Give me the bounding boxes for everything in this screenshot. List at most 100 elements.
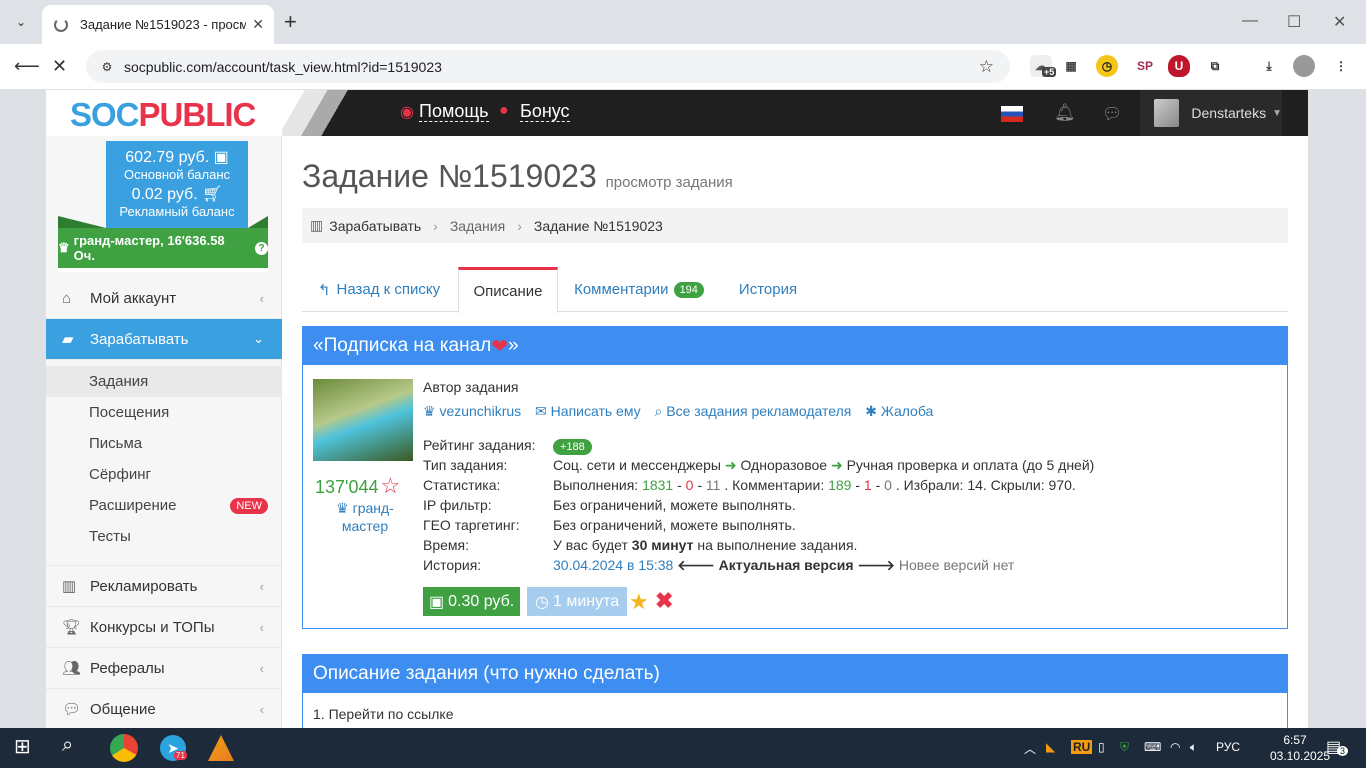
help-icon[interactable]: ? xyxy=(255,241,268,255)
crumb-tasks[interactable]: Задания xyxy=(450,218,505,234)
tab-comments[interactable]: Комментарии 194 xyxy=(564,267,714,312)
extension-cloud-icon[interactable]: ☁ +5 xyxy=(1030,55,1057,77)
geo-label: ГЕО таргетинг: xyxy=(423,517,520,533)
history-date-link[interactable]: 30.04.2024 в 15:38 xyxy=(553,557,673,573)
sidebar: 602.79 руб. ▣ Основной баланс 0.02 руб. … xyxy=(46,136,282,728)
sidebar-item-contests[interactable]: 🏆︎ Конкурсы и ТОПы ‹ xyxy=(46,607,282,648)
site-logo[interactable]: SOCPUBLIC xyxy=(70,96,256,134)
stop-button[interactable]: ✕ xyxy=(52,55,67,77)
close-window-button[interactable]: ✕ xyxy=(1333,12,1346,32)
sidebar-sub-tasks[interactable]: Задания xyxy=(46,366,282,397)
nav-help-link[interactable]: Помощь xyxy=(419,101,489,122)
minimize-button[interactable]: — xyxy=(1242,12,1258,30)
arrow-right-icon: ➜ xyxy=(724,457,737,473)
back-button[interactable]: ⟵ xyxy=(14,55,40,77)
author-rank[interactable]: ♛ гранд-мастер xyxy=(317,499,413,535)
sidebar-item-advertise[interactable]: ▥ Рекламировать ‹ xyxy=(46,566,282,607)
clock-icon: ◷ xyxy=(535,593,549,611)
extensions-puzzle-icon[interactable]: ⧉ xyxy=(1204,55,1226,77)
sidebar-item-earn[interactable]: ▰ Зарабатывать ⌄ xyxy=(46,319,282,360)
downloads-icon[interactable]: ⤓ xyxy=(1258,55,1280,77)
users-icon: 👥︎ xyxy=(62,660,82,677)
type-label: Тип задания: xyxy=(423,457,508,473)
language-indicator[interactable]: РУС xyxy=(1216,740,1240,754)
chrome-taskbar-icon[interactable] xyxy=(110,734,138,762)
profile-avatar[interactable] xyxy=(1293,55,1315,77)
chevron-left-icon: ‹ xyxy=(259,660,264,676)
author-photo[interactable] xyxy=(313,379,413,461)
windows-start-icon[interactable]: ⊞ xyxy=(14,734,31,759)
bell-icon[interactable]: 🔔︎ xyxy=(1054,103,1076,123)
tray-app-icon[interactable]: ◣ xyxy=(1046,740,1055,754)
user-menu[interactable]: Denstarteks ▼ xyxy=(1140,90,1282,136)
page-subtitle: просмотр задания xyxy=(605,174,733,191)
shield-icon[interactable]: ⛨ xyxy=(1120,740,1129,755)
browser-menu-icon[interactable]: ⋮ xyxy=(1330,55,1352,77)
extension-sp-icon[interactable]: SP xyxy=(1134,55,1156,77)
search-icon: ⌕ xyxy=(654,403,663,419)
time-value: У вас будет 30 минут на выполнение задан… xyxy=(553,537,858,553)
chevron-left-icon: ‹ xyxy=(259,619,264,635)
nav-bonus-link[interactable]: Бонус xyxy=(520,101,570,122)
page-title: Задание №1519023 просмотр задания xyxy=(302,158,733,194)
chat-icon[interactable]: 💬︎ xyxy=(1102,104,1122,124)
browser-window: ⌄ Задание №1519023 - просмотр з ✕ + — ☐ … xyxy=(0,0,1366,728)
breadcrumb: ▥ Зарабатывать › Задания › Задание №1519… xyxy=(302,208,1288,243)
crumb-current: Задание №1519023 xyxy=(533,217,663,234)
tab-history[interactable]: История xyxy=(728,267,808,312)
extension-qr-icon[interactable]: ▦ xyxy=(1060,55,1082,77)
crown-icon: ♛ xyxy=(423,403,436,419)
ribbon-fold-left xyxy=(58,216,106,228)
new-tab-button[interactable]: + xyxy=(284,10,297,34)
author-name-link[interactable]: vezunchikrus xyxy=(439,403,521,419)
crumb-earn[interactable]: Зарабатывать xyxy=(329,218,421,234)
sidebar-sub-letters[interactable]: Письма xyxy=(46,428,282,459)
main-balance: 602.79 руб. xyxy=(125,149,210,166)
sidebar-item-referrals[interactable]: 👥︎ Рефералы ‹ xyxy=(46,648,282,689)
close-tab-icon[interactable]: ✕ xyxy=(252,16,264,33)
battery-icon[interactable]: ▯ xyxy=(1098,740,1105,754)
notifications-icon[interactable]: ▤ 3 xyxy=(1326,737,1349,757)
telegram-taskbar-icon[interactable]: ➤ 71 xyxy=(160,735,187,761)
duration-badge: ◷ 1 минута xyxy=(527,587,628,616)
ublock-icon[interactable]: U xyxy=(1168,55,1190,77)
maximize-button[interactable]: ☐ xyxy=(1287,12,1301,32)
sidebar-item-account[interactable]: ⌂ Мой аккаунт ‹ xyxy=(46,278,282,319)
address-bar[interactable]: ⚙ socpublic.com/account/task_view.html?i… xyxy=(86,50,1010,83)
star-outline-icon: ☆ xyxy=(380,473,401,498)
sidebar-sub-extension[interactable]: Расширение NEW xyxy=(46,490,282,521)
bookmark-star-icon[interactable]: ☆ xyxy=(979,57,994,77)
clock[interactable]: 6:57 03.10.2025 xyxy=(1270,732,1330,764)
tray-overflow-icon[interactable]: ︿ xyxy=(1024,740,1036,757)
app-taskbar-icon[interactable] xyxy=(208,735,234,761)
keyboard-icon[interactable]: ⌨ xyxy=(1144,740,1161,754)
type-value: Соц. сети и мессенджеры ➜ Одноразовое ➜ … xyxy=(553,457,1095,473)
hide-task-icon[interactable]: ✖ xyxy=(655,588,673,614)
author-links: ♛ vezunchikrus ✉ Написать ему ⌕ Все зада… xyxy=(423,403,933,420)
sidebar-sub-visits[interactable]: Посещения xyxy=(46,397,282,428)
tab-back-to-list[interactable]: ↰ Назад к списку xyxy=(302,267,456,312)
browser-tab[interactable]: Задание №1519023 - просмотр з ✕ xyxy=(42,5,274,44)
logo-area: SOCPUBLIC xyxy=(46,90,282,136)
write-message-link[interactable]: Написать ему xyxy=(551,403,641,419)
history-value: 30.04.2024 в 15:38 🡐 Актуальная версия 🡒… xyxy=(553,557,1015,573)
wifi-icon[interactable]: ◠ xyxy=(1170,740,1180,754)
sidebar-item-communication[interactable]: 💬︎ Общение ‹ xyxy=(46,689,282,728)
tab-description[interactable]: Описание xyxy=(458,267,558,313)
search-icon[interactable]: ⌕ xyxy=(62,734,73,757)
complaint-link[interactable]: Жалоба xyxy=(881,403,933,419)
language-flag[interactable] xyxy=(1001,106,1023,122)
user-avatar xyxy=(1154,99,1180,127)
site-info-icon[interactable]: ⚙ xyxy=(96,56,118,78)
volume-icon[interactable]: 🔈︎ xyxy=(1190,740,1197,755)
extension-timer-icon[interactable]: ◷ xyxy=(1096,55,1118,77)
rank-ribbon[interactable]: ♛ гранд-мастер, 16'636.58 Оч. ? xyxy=(58,228,268,272)
all-tasks-link[interactable]: Все задания рекламодателя xyxy=(666,403,851,419)
sidebar-sub-surfing[interactable]: Сёрфинг xyxy=(46,459,282,490)
tab-search-button[interactable]: ⌄ xyxy=(8,9,34,35)
favorite-star-icon[interactable]: ★ xyxy=(629,589,649,615)
apple-icon: ● xyxy=(499,102,509,119)
loading-icon xyxy=(54,17,68,32)
sidebar-sub-tests[interactable]: Тесты xyxy=(46,521,282,552)
tray-lang-badge[interactable]: RU xyxy=(1071,740,1093,754)
